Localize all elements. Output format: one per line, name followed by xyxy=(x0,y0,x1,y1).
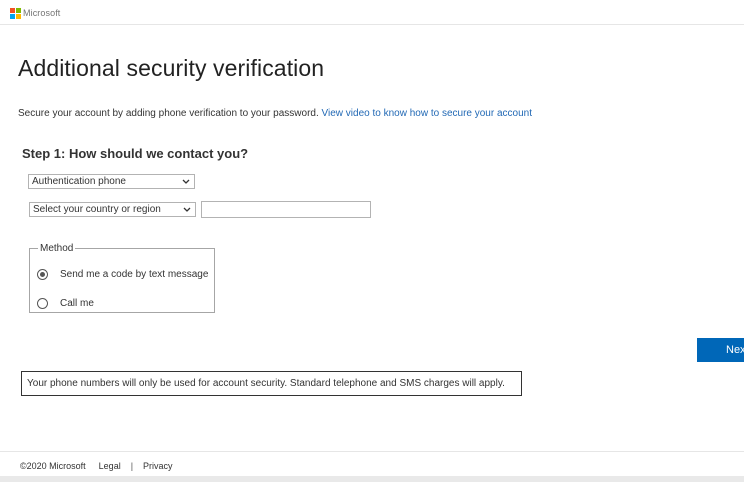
next-button[interactable]: Next xyxy=(697,338,744,362)
footer-separator: | xyxy=(130,461,134,471)
radio-call-me[interactable] xyxy=(37,298,48,309)
method-legend: Method xyxy=(40,243,74,254)
method-option-label: Call me xyxy=(60,298,94,309)
intro-text: Secure your account by adding phone veri… xyxy=(18,108,319,119)
logo-square-green xyxy=(16,8,21,13)
method-option-label: Send me a code by text message xyxy=(60,269,209,280)
method-fieldset: Method Send me a code by text message Ca… xyxy=(29,243,215,313)
bottom-bar xyxy=(0,476,744,482)
logo-square-blue xyxy=(10,14,15,19)
intro-paragraph: Secure your account by adding phone veri… xyxy=(18,108,532,119)
logo-square-red xyxy=(10,8,15,13)
phone-number-input[interactable] xyxy=(201,201,371,218)
legal-link[interactable]: Legal xyxy=(99,461,121,471)
contact-method-value: Authentication phone xyxy=(32,176,126,187)
privacy-notice: Your phone numbers will only be used for… xyxy=(21,371,522,396)
radio-text-message[interactable] xyxy=(37,269,48,280)
contact-method-select[interactable]: Authentication phone xyxy=(28,174,195,189)
page-title: Additional security verification xyxy=(18,55,325,81)
microsoft-logo: Microsoft xyxy=(10,8,61,19)
logo-square-yellow xyxy=(16,14,21,19)
country-select[interactable]: Select your country or region xyxy=(29,202,196,217)
copyright: ©2020 Microsoft xyxy=(20,461,86,471)
brand-name: Microsoft xyxy=(23,8,61,18)
top-header: Microsoft xyxy=(0,0,744,25)
microsoft-logo-icon xyxy=(10,8,21,19)
country-value: Select your country or region xyxy=(33,204,161,215)
footer: ©2020 Microsoft Legal | Privacy xyxy=(20,461,173,471)
chevron-down-icon xyxy=(182,179,190,184)
view-video-link[interactable]: View video to know how to secure your ac… xyxy=(322,108,533,119)
method-option-call[interactable]: Call me xyxy=(37,298,94,309)
step1-heading: Step 1: How should we contact you? xyxy=(22,146,249,161)
privacy-link[interactable]: Privacy xyxy=(143,461,173,471)
method-option-text[interactable]: Send me a code by text message xyxy=(37,269,208,280)
chevron-down-icon xyxy=(183,207,191,212)
footer-divider xyxy=(0,451,744,452)
